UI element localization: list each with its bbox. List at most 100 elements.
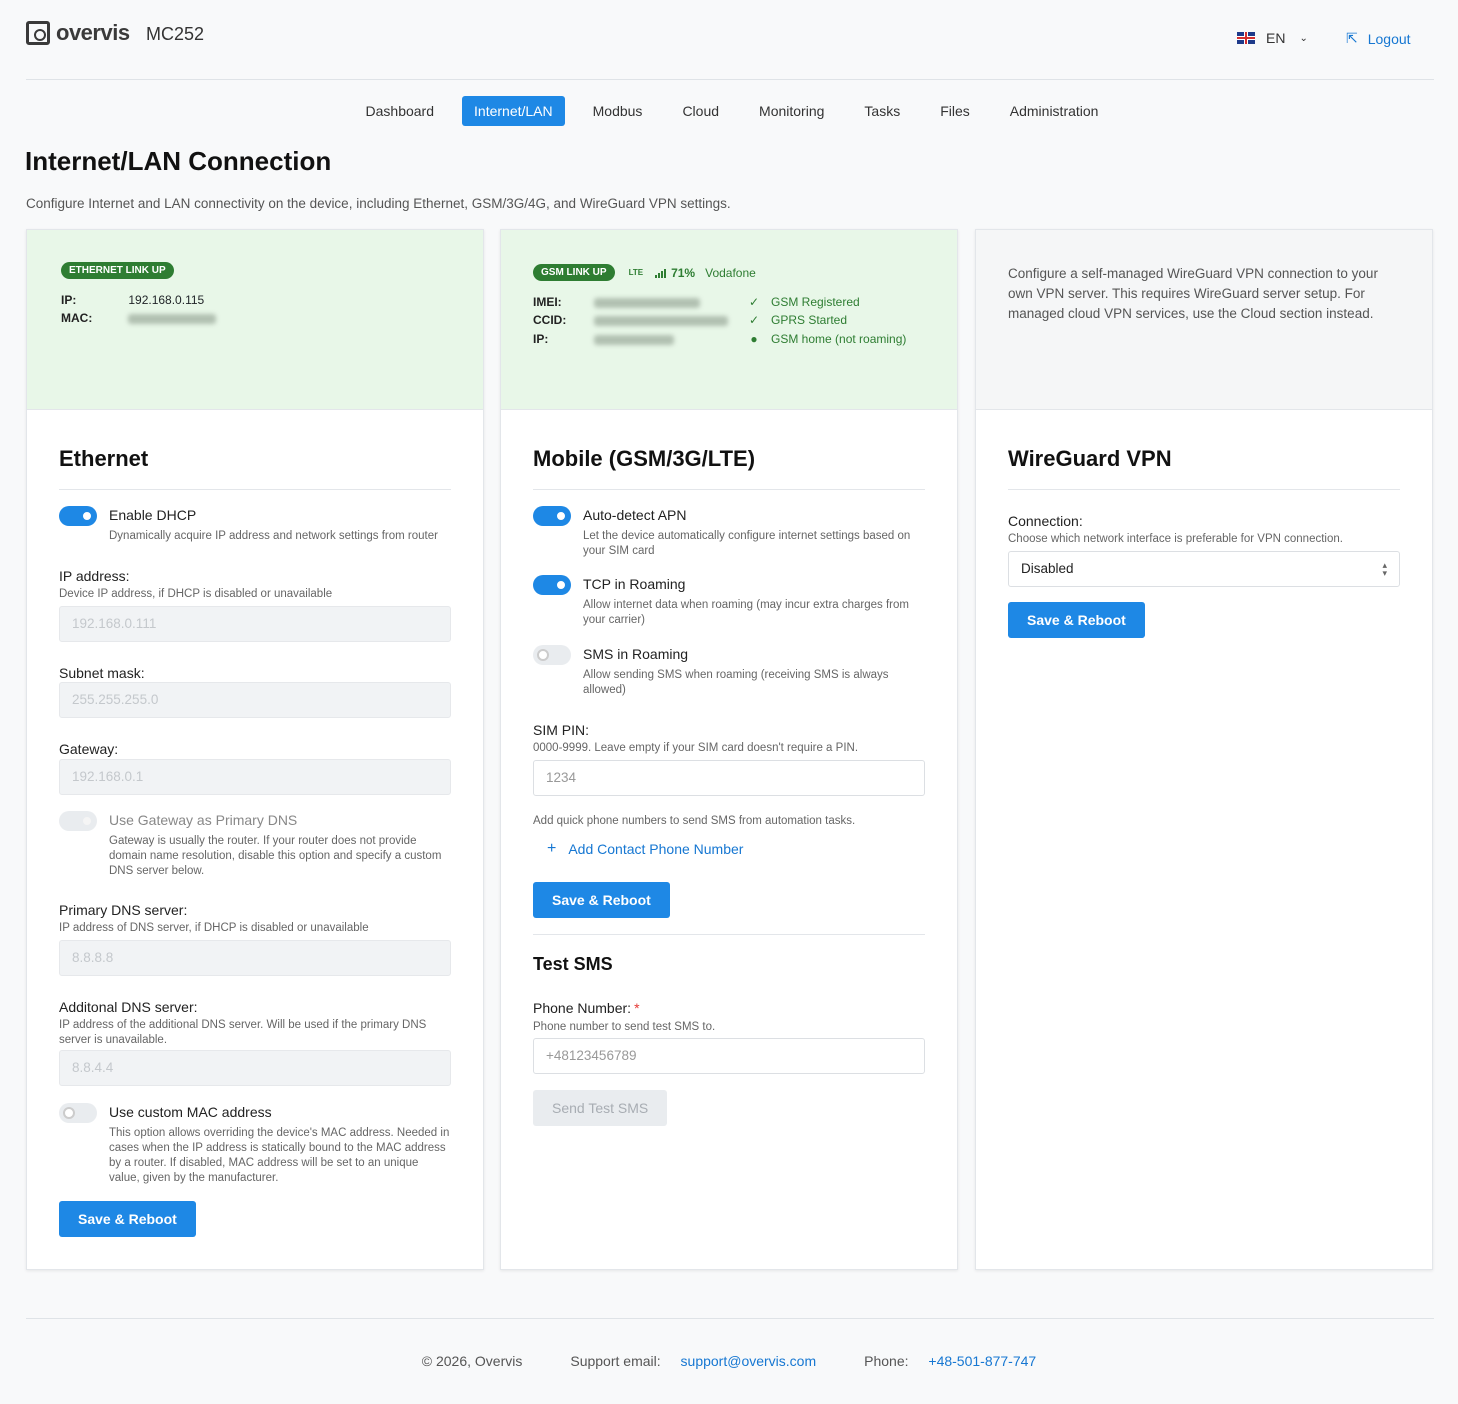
- phone-label: Phone:: [864, 1353, 909, 1369]
- add-contact-link[interactable]: + Add Contact Phone Number: [547, 840, 743, 858]
- additional-dns-input[interactable]: 8.8.4.4: [59, 1050, 451, 1086]
- imei-value-redacted: [594, 297, 701, 308]
- support-email-row: Support email: support@overvis.com: [554, 1353, 816, 1369]
- tcp-roaming-toggle[interactable]: [533, 575, 571, 595]
- tab-internet-lan[interactable]: Internet/LAN: [462, 96, 565, 126]
- tab-administration[interactable]: Administration: [998, 96, 1111, 126]
- apn-toggle[interactable]: [533, 506, 571, 526]
- mobile-save-button[interactable]: Save & Reboot: [533, 882, 670, 918]
- test-sms-title: Test SMS: [533, 954, 613, 974]
- check-icon: ✓: [748, 295, 760, 309]
- device-model: MC252: [146, 24, 205, 44]
- mobile-ip-row: IP:: [533, 332, 675, 346]
- logo-text: overvis: [56, 20, 130, 45]
- apn-label: Auto-detect APN: [583, 507, 687, 523]
- gsm-status-line: GSM LINK UP LTE 71% Vodafone: [533, 264, 756, 281]
- quick-numbers-hint: Add quick phone numbers to send SMS from…: [533, 815, 856, 827]
- plus-icon: +: [547, 840, 557, 857]
- support-email-link[interactable]: support@overvis.com: [681, 1353, 817, 1369]
- carrier-name: Vodafone: [705, 265, 756, 280]
- ccid-label: CCID:: [533, 313, 567, 327]
- phone-number-hint: Phone number to send test SMS to.: [533, 1021, 716, 1033]
- sms-roaming-toggle[interactable]: [533, 645, 571, 665]
- gateway-input[interactable]: 192.168.0.1: [59, 759, 451, 795]
- mobile-title: Mobile (GSM/3G/LTE): [533, 446, 756, 471]
- wireguard-info-text: Configure a self-managed WireGuard VPN c…: [1008, 266, 1378, 321]
- mac-value-redacted: [128, 313, 217, 324]
- connection-hint: Choose which network interface is prefer…: [1008, 533, 1343, 545]
- signal-percent: 71%: [671, 265, 696, 280]
- footer: © 2026, Overvis Support email: support@o…: [0, 1353, 1458, 1369]
- ethernet-link-badge: ETHERNET LINK UP: [61, 262, 174, 279]
- ethernet-mac-row: MAC:: [61, 311, 217, 325]
- wireguard-save-button[interactable]: Save & Reboot: [1008, 602, 1145, 638]
- overvis-logo-icon: [26, 21, 50, 45]
- tcp-roaming-label: TCP in Roaming: [583, 576, 686, 592]
- tab-dashboard[interactable]: Dashboard: [354, 96, 447, 126]
- gateway-dns-toggle[interactable]: [59, 811, 97, 831]
- chevron-down-icon: ⌄: [1299, 32, 1308, 44]
- phone-link[interactable]: +48-501-877-747: [928, 1353, 1036, 1369]
- dhcp-toggle[interactable]: [59, 506, 97, 526]
- tab-modbus[interactable]: Modbus: [581, 96, 655, 126]
- gsm-home-text: GSM home (not roaming): [771, 332, 907, 346]
- logo[interactable]: overvis: [26, 20, 130, 46]
- sms-roaming-label: SMS in Roaming: [583, 646, 689, 662]
- connection-label: Connection:: [1008, 513, 1083, 529]
- sim-pin-hint: 0000-9999. Leave empty if your SIM card …: [533, 742, 859, 754]
- wireguard-info-panel: Configure a self-managed WireGuard VPN c…: [976, 230, 1432, 410]
- tab-tasks[interactable]: Tasks: [852, 96, 912, 126]
- logout-link[interactable]: ⇱ Logout: [1346, 30, 1411, 47]
- add-contact-label: Add Contact Phone Number: [568, 841, 744, 857]
- tcp-roaming-desc: Allow internet data when roaming (may in…: [583, 599, 909, 626]
- custom-mac-desc: This option allows overriding the device…: [109, 1127, 450, 1184]
- ethernet-status-panel: ETHERNET LINK UP IP: 192.168.0.115 MAC:: [27, 230, 483, 410]
- custom-mac-toggle[interactable]: [59, 1103, 97, 1123]
- lte-label: LTE: [628, 268, 644, 277]
- gateway-dns-desc: Gateway is usually the router. If your r…: [109, 835, 442, 877]
- sms-roaming-desc: Allow sending SMS when roaming (receivin…: [583, 669, 889, 696]
- tab-cloud[interactable]: Cloud: [670, 96, 731, 126]
- header: overvis MC252 EN ⌄ ⇱ Logout: [26, 0, 1434, 80]
- tab-files[interactable]: Files: [928, 96, 982, 126]
- apn-desc: Let the device automatically configure i…: [583, 530, 911, 557]
- custom-mac-label: Use custom MAC address: [109, 1104, 272, 1120]
- main-nav: Dashboard Internet/LAN Modbus Cloud Moni…: [0, 96, 1458, 126]
- additional-dns-hint: IP address of the additional DNS server.…: [59, 1019, 427, 1046]
- dhcp-desc: Dynamically acquire IP address and netwo…: [109, 530, 438, 542]
- ip-address-hint: Device IP address, if DHCP is disabled o…: [59, 588, 333, 600]
- tab-monitoring[interactable]: Monitoring: [747, 96, 836, 126]
- gsm-registered-text: GSM Registered: [771, 295, 860, 309]
- wireguard-title: WireGuard VPN: [1008, 446, 1172, 471]
- subnet-input[interactable]: 255.255.255.0: [59, 682, 451, 718]
- gateway-dns-label: Use Gateway as Primary DNS: [109, 812, 298, 828]
- phone-row: Phone: +48-501-877-747: [848, 1353, 1036, 1369]
- ethernet-card: ETHERNET LINK UP IP: 192.168.0.115 MAC: …: [26, 229, 484, 1270]
- select-arrows-icon: ▴ ▾: [1382, 560, 1387, 578]
- mobile-card: GSM LINK UP LTE 71% Vodafone IMEI: CCID:…: [500, 229, 958, 1270]
- gprs-started-status: ✓ GPRS Started: [747, 313, 847, 327]
- page-title: Internet/LAN Connection: [25, 146, 332, 176]
- language-selector[interactable]: EN ⌄: [1237, 30, 1308, 46]
- ip-label: IP:: [61, 293, 77, 307]
- primary-dns-input[interactable]: 8.8.8.8: [59, 940, 451, 976]
- ip-address-input[interactable]: 192.168.0.111: [59, 606, 451, 642]
- sim-pin-input[interactable]: 1234: [533, 760, 925, 796]
- ip-address-label: IP address:: [59, 568, 130, 584]
- additional-dns-label: Additonal DNS server:: [59, 999, 198, 1015]
- check-icon: ✓: [748, 313, 760, 327]
- logout-label: Logout: [1367, 30, 1411, 47]
- page-description: Configure Internet and LAN connectivity …: [26, 196, 731, 211]
- mobile-ip-value-redacted: [594, 334, 675, 345]
- sim-pin-label: SIM PIN:: [533, 722, 590, 738]
- ethernet-ip-row: IP: 192.168.0.115: [61, 293, 204, 307]
- uk-flag-icon: [1237, 32, 1255, 44]
- ethernet-save-button[interactable]: Save & Reboot: [59, 1201, 196, 1237]
- wireguard-card: Configure a self-managed WireGuard VPN c…: [975, 229, 1433, 1270]
- ccid-value-redacted: [594, 315, 729, 326]
- phone-number-input[interactable]: +48123456789: [533, 1038, 925, 1074]
- connection-select[interactable]: Disabled ▴ ▾: [1008, 551, 1400, 587]
- primary-dns-hint: IP address of DNS server, if DHCP is dis…: [59, 922, 369, 934]
- gsm-home-status: ● GSM home (not roaming): [747, 332, 906, 346]
- send-test-sms-button[interactable]: Send Test SMS: [533, 1090, 668, 1126]
